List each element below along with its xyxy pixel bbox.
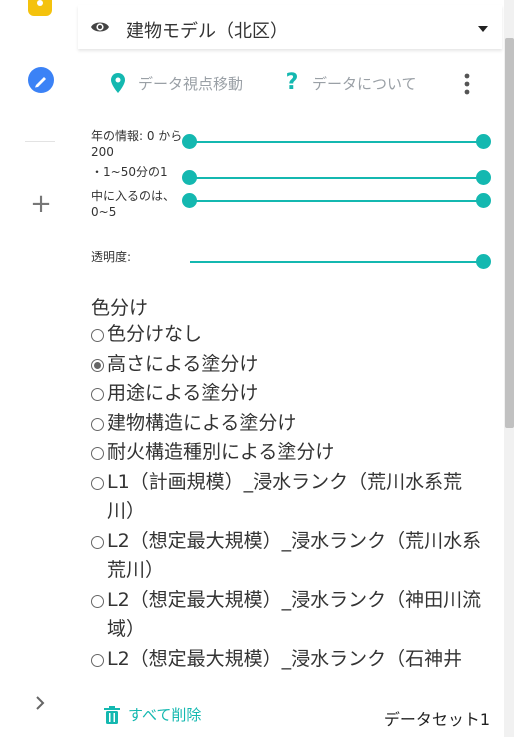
left-rail: + [0,0,79,737]
map-pin-icon [111,73,125,93]
radio-button[interactable] [91,594,104,608]
year-slider-label: 年の情報: 0 から 200 [91,129,183,159]
coloring-option[interactable]: 色分けなし [91,320,489,350]
year-slider-track[interactable] [190,141,484,143]
caret-down-icon[interactable] [478,25,488,33]
floor-slider-max-thumb[interactable] [476,193,491,208]
scale-slider-max-thumb[interactable] [476,170,491,185]
coloring-option-label: L2（想定最大規模）_浸水ランク（石神井 [107,647,463,670]
scale-slider-track[interactable] [190,177,484,179]
lightbulb-icon[interactable] [28,0,52,16]
opacity-slider-thumb[interactable] [476,254,491,269]
scale-slider-label: ・1~50分の1 [91,165,168,179]
radio-button[interactable] [91,417,104,431]
layer-panel: 建物モデル（北区） データ視点移動 ? データについて 年の情報: 0 から 2… [78,0,504,737]
coloring-option[interactable]: 建物構造による塗分け [91,409,489,439]
coloring-option-label: L2（想定最大規模）_浸水ランク（神田川流域） [107,588,482,641]
coloring-options: 色分けなし高さによる塗分け 用途による塗分け建物構造による塗分け耐火構造種別による… [91,320,489,674]
about-data-label: データについて [312,74,417,93]
dataset-label: データセット1 [383,710,490,729]
layer-actions: データ視点移動 ? データについて [78,66,502,100]
coloring-option-label: 建物構造による塗分け [107,411,297,434]
coloring-option-label: L1（計画規模）_浸水ランク（荒川水系荒川） [107,470,463,523]
coloring-option[interactable]: 高さによる塗分け [91,350,489,380]
about-data-button[interactable]: ? データについて [282,66,417,100]
coloring-option[interactable]: L2（想定最大規模）_浸水ランク（石神井 [91,645,489,675]
more-vert-icon[interactable] [464,72,470,96]
rail-divider [25,141,55,142]
year-slider-min-thumb[interactable] [182,134,197,149]
view-move-button[interactable]: データ視点移動 [108,66,243,100]
coloring-option[interactable]: L2（想定最大規模）_浸水ランク（神田川流域） [91,586,489,645]
chevron-right-icon[interactable] [30,690,50,716]
scale-slider-min-thumb[interactable] [182,170,197,185]
layer-title: 建物モデル（北区） [126,21,288,42]
trash-icon [104,705,120,724]
eye-icon[interactable] [90,18,110,36]
help-icon: ? [285,70,299,95]
coloring-option[interactable]: 耐火構造種別による塗分け [91,438,489,468]
radio-button[interactable] [91,388,104,401]
delete-all-button[interactable]: すべて削除 [104,704,201,725]
delete-all-label: すべて削除 [128,706,202,724]
scrollbar-thumb[interactable] [505,38,514,428]
add-icon[interactable]: + [28,191,54,217]
floor-slider-label: 中に入るのは、0~5 [91,189,176,219]
floor-slider-min-thumb[interactable] [182,193,197,208]
floor-slider-track[interactable] [190,200,484,202]
coloring-option-label: 高さによる塗分け [107,352,259,375]
coloring-option-label: 耐火構造種別による塗分け [107,441,335,463]
coloring-option-label: 用途による塗分け [107,382,259,404]
coloring-option[interactable]: L2（想定最大規模）_浸水ランク（荒川水系荒川） [91,527,489,586]
panel-footer: すべて削除 データセット1 [78,690,504,737]
view-move-label: データ視点移動 [138,74,244,93]
coloring-title: 色分け [91,297,149,319]
coloring-option-label: 色分けなし [107,323,203,345]
year-slider-max-thumb[interactable] [476,134,491,149]
coloring-option-label: L2（想定最大規模）_浸水ランク（荒川水系荒川） [107,529,482,582]
radio-button[interactable] [91,329,104,342]
opacity-slider-track[interactable] [190,261,484,263]
coloring-option[interactable]: L1（計画規模）_浸水ランク（荒川水系荒川） [91,468,489,527]
layer-header[interactable]: 建物モデル（北区） [78,5,502,49]
radio-button[interactable] [91,535,104,549]
opacity-slider-label: 透明度: [91,250,132,264]
radio-button[interactable] [91,358,104,372]
radio-button[interactable] [91,447,104,460]
radio-button[interactable] [91,476,104,490]
radio-button[interactable] [91,653,104,667]
pencil-icon[interactable] [28,67,54,93]
coloring-option[interactable]: 用途による塗分け [91,379,489,409]
